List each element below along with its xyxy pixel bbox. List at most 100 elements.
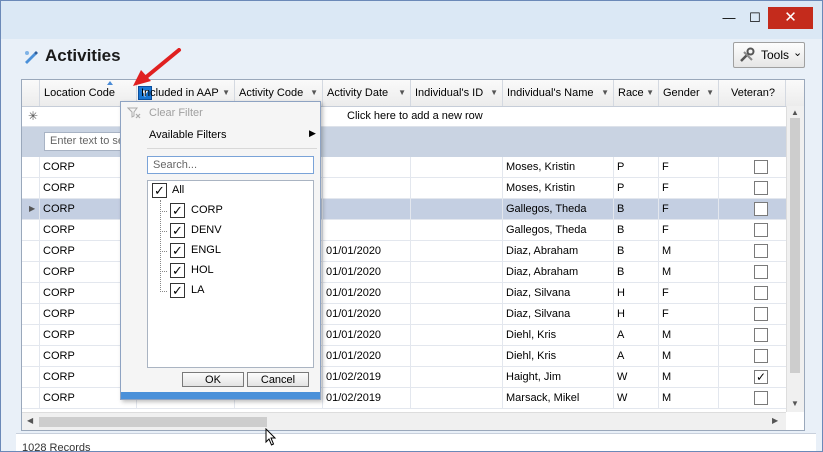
cell-date[interactable]: 01/01/2020 bbox=[323, 262, 411, 282]
filter-icon[interactable]: ▼ bbox=[490, 80, 498, 106]
cell-name[interactable]: Diaz, Abraham bbox=[503, 241, 614, 261]
cell-id[interactable] bbox=[411, 367, 503, 387]
cell-gender[interactable]: F bbox=[659, 157, 719, 177]
column-header-individual-name[interactable]: Individual's Name ▼ bbox=[503, 80, 614, 106]
column-header-race[interactable]: Race ▼ bbox=[614, 80, 659, 106]
cell-name[interactable]: Haight, Jim bbox=[503, 367, 614, 387]
cell-race[interactable]: P bbox=[614, 157, 659, 177]
cell-race[interactable]: W bbox=[614, 388, 659, 408]
filter-option-checkbox[interactable]: ✓ bbox=[170, 243, 185, 258]
cell-race[interactable]: B bbox=[614, 220, 659, 240]
cell-name[interactable]: Moses, Kristin bbox=[503, 157, 614, 177]
cell-gender[interactable]: F bbox=[659, 304, 719, 324]
cell-race[interactable]: B bbox=[614, 262, 659, 282]
cell-race[interactable]: W bbox=[614, 367, 659, 387]
cell-race[interactable]: A bbox=[614, 325, 659, 345]
cell-date[interactable] bbox=[323, 178, 411, 198]
cell-name[interactable]: Diaz, Silvana bbox=[503, 283, 614, 303]
vertical-scroll-thumb[interactable] bbox=[790, 118, 800, 373]
cell-gender[interactable]: F bbox=[659, 178, 719, 198]
cell-id[interactable] bbox=[411, 241, 503, 261]
vertical-scrollbar[interactable]: ▲ ▼ bbox=[786, 106, 804, 412]
cell-race[interactable]: P bbox=[614, 178, 659, 198]
cell-name[interactable]: Marsack, Mikel bbox=[503, 388, 614, 408]
cell-gender[interactable]: F bbox=[659, 283, 719, 303]
cell-name[interactable]: Diaz, Silvana bbox=[503, 304, 614, 324]
cell-id[interactable] bbox=[411, 199, 503, 219]
scroll-left-icon[interactable]: ◀ bbox=[27, 416, 33, 425]
filter-icon[interactable]: ▼ bbox=[706, 80, 714, 106]
veteran-checkbox[interactable]: ✓ bbox=[754, 370, 768, 384]
cell-date[interactable]: 01/01/2020 bbox=[323, 241, 411, 261]
scroll-right-icon[interactable]: ▶ bbox=[772, 416, 778, 425]
clear-filter-item[interactable]: Clear Filter bbox=[149, 107, 203, 119]
maximize-icon[interactable]: ☐ bbox=[742, 7, 768, 29]
cell-date[interactable]: 01/01/2020 bbox=[323, 304, 411, 324]
scroll-down-icon[interactable]: ▼ bbox=[791, 399, 799, 408]
cell-gender[interactable]: M bbox=[659, 241, 719, 261]
cell-date[interactable]: 01/01/2020 bbox=[323, 283, 411, 303]
cell-gender[interactable]: M bbox=[659, 388, 719, 408]
cell-gender[interactable]: F bbox=[659, 199, 719, 219]
veteran-checkbox[interactable] bbox=[754, 328, 768, 342]
veteran-checkbox[interactable] bbox=[754, 223, 768, 237]
column-header-individual-id[interactable]: Individual's ID ▼ bbox=[411, 80, 503, 106]
cell-name[interactable]: Gallegos, Theda bbox=[503, 199, 614, 219]
cell-gender[interactable]: M bbox=[659, 367, 719, 387]
cell-id[interactable] bbox=[411, 157, 503, 177]
horizontal-scrollbar[interactable]: ◀ ▶ bbox=[22, 412, 786, 430]
cell-date[interactable]: 01/01/2020 bbox=[323, 325, 411, 345]
cell-name[interactable]: Gallegos, Theda bbox=[503, 220, 614, 240]
horizontal-scroll-thumb[interactable] bbox=[39, 417, 267, 427]
cell-gender[interactable]: M bbox=[659, 346, 719, 366]
filter-icon[interactable]: ▼ bbox=[646, 80, 654, 106]
cell-id[interactable] bbox=[411, 388, 503, 408]
cell-gender[interactable]: M bbox=[659, 325, 719, 345]
cell-date[interactable]: 01/01/2020 bbox=[323, 346, 411, 366]
cell-id[interactable] bbox=[411, 304, 503, 324]
cell-name[interactable]: Diehl, Kris bbox=[503, 346, 614, 366]
cell-gender[interactable]: F bbox=[659, 220, 719, 240]
cell-gender[interactable]: M bbox=[659, 262, 719, 282]
cell-id[interactable] bbox=[411, 220, 503, 240]
column-header-veteran[interactable]: Veteran? bbox=[719, 80, 786, 106]
veteran-checkbox[interactable] bbox=[754, 391, 768, 405]
cell-date[interactable] bbox=[323, 199, 411, 219]
select-all-checkbox[interactable]: ✓ bbox=[152, 183, 167, 198]
minimize-icon[interactable]: — bbox=[716, 7, 742, 29]
location-search-input[interactable]: Enter text to search bbox=[44, 132, 124, 151]
cell-race[interactable]: A bbox=[614, 346, 659, 366]
filter-option-checkbox[interactable]: ✓ bbox=[170, 283, 185, 298]
cell-id[interactable] bbox=[411, 346, 503, 366]
cell-id[interactable] bbox=[411, 325, 503, 345]
veteran-checkbox[interactable] bbox=[754, 202, 768, 216]
veteran-checkbox[interactable] bbox=[754, 265, 768, 279]
column-header-activity-date[interactable]: Activity Date ▼ bbox=[323, 80, 411, 106]
cell-id[interactable] bbox=[411, 283, 503, 303]
cell-race[interactable]: H bbox=[614, 283, 659, 303]
cell-date[interactable] bbox=[323, 157, 411, 177]
cell-date[interactable]: 01/02/2019 bbox=[323, 367, 411, 387]
column-header-gender[interactable]: Gender ▼ bbox=[659, 80, 719, 106]
filter-icon[interactable]: ▼ bbox=[398, 80, 406, 106]
resize-grip[interactable] bbox=[121, 392, 320, 399]
cell-name[interactable]: Moses, Kristin bbox=[503, 178, 614, 198]
veteran-checkbox[interactable] bbox=[754, 244, 768, 258]
veteran-checkbox[interactable] bbox=[754, 286, 768, 300]
cell-id[interactable] bbox=[411, 262, 503, 282]
scroll-up-icon[interactable]: ▲ bbox=[791, 108, 799, 117]
ok-button[interactable]: OK bbox=[182, 372, 244, 387]
veteran-checkbox[interactable] bbox=[754, 307, 768, 321]
filter-option-checkbox[interactable]: ✓ bbox=[170, 203, 185, 218]
filter-option-checkbox[interactable]: ✓ bbox=[170, 263, 185, 278]
cell-race[interactable]: B bbox=[614, 241, 659, 261]
cell-date[interactable] bbox=[323, 220, 411, 240]
veteran-checkbox[interactable] bbox=[754, 160, 768, 174]
cell-id[interactable] bbox=[411, 178, 503, 198]
cell-name[interactable]: Diehl, Kris bbox=[503, 325, 614, 345]
filter-option-checkbox[interactable]: ✓ bbox=[170, 223, 185, 238]
cell-race[interactable]: H bbox=[614, 304, 659, 324]
close-icon[interactable]: ✕ bbox=[768, 7, 813, 29]
veteran-checkbox[interactable] bbox=[754, 181, 768, 195]
tools-button[interactable]: Tools ⌄ bbox=[733, 42, 805, 68]
